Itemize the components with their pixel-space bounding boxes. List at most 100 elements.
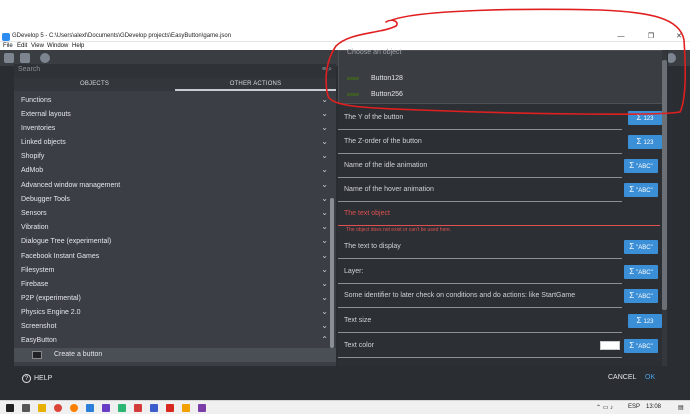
app-icon[interactable] <box>182 404 190 412</box>
filter-icon[interactable]: ≡ ⌕ <box>322 66 332 74</box>
tab-other-actions[interactable]: OTHER ACTIONS <box>175 78 336 91</box>
dialog-footer: ? HELP CANCEL OK <box>0 366 690 400</box>
app-icon[interactable] <box>102 404 110 412</box>
category-sensors[interactable]: Sensors ⌄ <box>14 207 336 221</box>
dropdown-option-button256[interactable]: Button256 <box>339 87 665 103</box>
task-view-icon[interactable] <box>22 404 30 412</box>
expression-editor-button[interactable]: Σ 123 <box>628 314 662 328</box>
help-button[interactable]: ? HELP <box>22 374 52 383</box>
category-external-layouts[interactable]: External layouts ⌄ <box>14 108 336 122</box>
menu-window[interactable]: Window <box>47 42 68 50</box>
parameters-panel: Choose an object Button128 Button256 The… <box>338 49 668 366</box>
category-facebook-instant-games[interactable]: Facebook Instant Games ⌄ <box>14 250 336 264</box>
category-advanced-window-management[interactable]: Advanced window management ⌄ <box>14 179 336 193</box>
field-hover-animation[interactable]: Name of the hover animation Σ "ABC" <box>338 179 666 203</box>
button-label: "ABC" <box>636 164 653 170</box>
category-debugger-tools[interactable]: Debugger Tools ⌄ <box>14 193 336 207</box>
app-icon[interactable] <box>118 404 126 412</box>
field-identifier[interactable]: Some identifier to later check on condit… <box>338 285 666 309</box>
project-manager-icon[interactable] <box>4 53 14 63</box>
string-editor-button[interactable]: Σ "ABC" <box>624 183 658 197</box>
button-label: 123 <box>643 140 654 146</box>
menu-bar: File Edit View Window Help <box>0 42 690 50</box>
sigma-icon: Σ <box>636 113 642 122</box>
field-text-color[interactable]: Text color Σ "ABC" <box>338 335 666 359</box>
button-label: "ABC" <box>636 344 653 350</box>
string-editor-button[interactable]: Σ "ABC" <box>624 159 658 173</box>
scrollbar-thumb[interactable] <box>662 60 667 310</box>
category-vibration[interactable]: Vibration ⌄ <box>14 221 336 235</box>
category-dialogue-tree[interactable]: Dialogue Tree (experimental) ⌄ <box>14 235 336 249</box>
string-editor-button[interactable]: Σ "ABC" <box>624 339 658 353</box>
category-shopify[interactable]: Shopify ⌄ <box>14 150 336 164</box>
string-editor-button[interactable]: Σ "ABC" <box>624 289 658 303</box>
field-underline <box>338 307 622 308</box>
notifications-icon[interactable]: ▤ <box>678 404 684 411</box>
string-editor-button[interactable]: Σ "ABC" <box>624 265 658 279</box>
tab-objects[interactable]: OBJECTS <box>14 78 175 91</box>
category-functions[interactable]: Functions ⌄ <box>14 94 336 108</box>
category-screenshot[interactable]: Screenshot ⌄ <box>14 320 336 334</box>
field-y-of-button[interactable]: The Y of the button Σ 123 <box>338 107 666 131</box>
action-create-a-button[interactable]: Create a button <box>14 348 336 362</box>
maximize-button[interactable]: ❐ <box>644 32 658 42</box>
app-icon[interactable] <box>134 404 142 412</box>
minimize-button[interactable]: — <box>614 32 628 42</box>
search-bar[interactable]: Search ≡ ⌕ <box>14 64 336 78</box>
category-label: Physics Engine 2.0 <box>21 309 81 316</box>
language-indicator[interactable]: ESP <box>628 404 640 410</box>
category-label: EasyButton <box>21 337 57 344</box>
menu-edit[interactable]: Edit <box>17 42 27 50</box>
windows-start-icon[interactable] <box>6 404 14 412</box>
app-icon[interactable] <box>150 404 158 412</box>
field-label: Some identifier to later check on condit… <box>344 292 576 299</box>
preview-play-icon[interactable] <box>40 53 50 63</box>
scene-icon[interactable] <box>20 53 30 63</box>
object-dropdown[interactable]: Choose an object Button128 Button256 <box>338 49 666 104</box>
category-firebase[interactable]: Firebase ⌄ <box>14 278 336 292</box>
button-label: 123 <box>643 116 654 122</box>
category-easybutton[interactable]: EasyButton ⌃ <box>14 334 336 348</box>
category-inventories[interactable]: Inventories ⌄ <box>14 122 336 136</box>
file-explorer-icon[interactable] <box>38 404 46 412</box>
expression-editor-button[interactable]: Σ 123 <box>628 135 662 149</box>
gdevelop-taskbar-icon[interactable] <box>86 404 94 412</box>
app-icon[interactable] <box>166 404 174 412</box>
app-icon[interactable] <box>198 404 206 412</box>
left-scrollbar[interactable] <box>330 198 334 348</box>
tray-icons[interactable]: ⌃ ▭ ♪ <box>596 404 613 411</box>
field-text-object[interactable]: The text object <box>338 203 666 227</box>
field-text-size[interactable]: Text size Σ 123 <box>338 310 666 334</box>
button-label: "ABC" <box>636 294 653 300</box>
field-text-to-display[interactable]: The text to display Σ "ABC" <box>338 236 666 260</box>
category-admob[interactable]: AdMob ⌄ <box>14 164 336 178</box>
button-label: "ABC" <box>636 188 653 194</box>
category-physics-engine[interactable]: Physics Engine 2.0 ⌄ <box>14 306 336 320</box>
sigma-icon: Σ <box>629 242 635 251</box>
field-idle-animation[interactable]: Name of the idle animation Σ "ABC" <box>338 155 666 179</box>
ok-button[interactable]: OK <box>645 374 655 381</box>
field-layer[interactable]: Layer: Σ "ABC" <box>338 261 666 285</box>
expression-editor-button[interactable]: Σ 123 <box>628 111 662 125</box>
string-editor-button[interactable]: Σ "ABC" <box>624 240 658 254</box>
cancel-button[interactable]: CANCEL <box>608 374 636 381</box>
menu-view[interactable]: View <box>31 42 44 50</box>
chrome-icon[interactable] <box>54 404 62 412</box>
right-scrollbar[interactable] <box>662 50 667 366</box>
category-label: External layouts <box>21 111 71 118</box>
field-z-order[interactable]: The Z-order of the button Σ 123 <box>338 131 666 155</box>
category-filesystem[interactable]: Filesystem ⌄ <box>14 264 336 278</box>
sprite-thumbnail-icon <box>347 93 359 96</box>
dropdown-option-button128[interactable]: Button128 <box>339 71 665 87</box>
field-underline <box>338 129 622 130</box>
search-input[interactable]: Search <box>18 66 40 73</box>
menu-file[interactable]: File <box>3 42 13 50</box>
category-p2p[interactable]: P2P (experimental) ⌄ <box>14 292 336 306</box>
close-window-button[interactable]: ✕ <box>672 32 686 42</box>
menu-help[interactable]: Help <box>72 42 84 50</box>
chevron-down-icon: ⌄ <box>321 123 328 132</box>
clock[interactable]: 13:08 <box>646 404 661 410</box>
color-swatch[interactable] <box>600 341 620 350</box>
firefox-icon[interactable] <box>70 404 78 412</box>
category-linked-objects[interactable]: Linked objects ⌄ <box>14 136 336 150</box>
